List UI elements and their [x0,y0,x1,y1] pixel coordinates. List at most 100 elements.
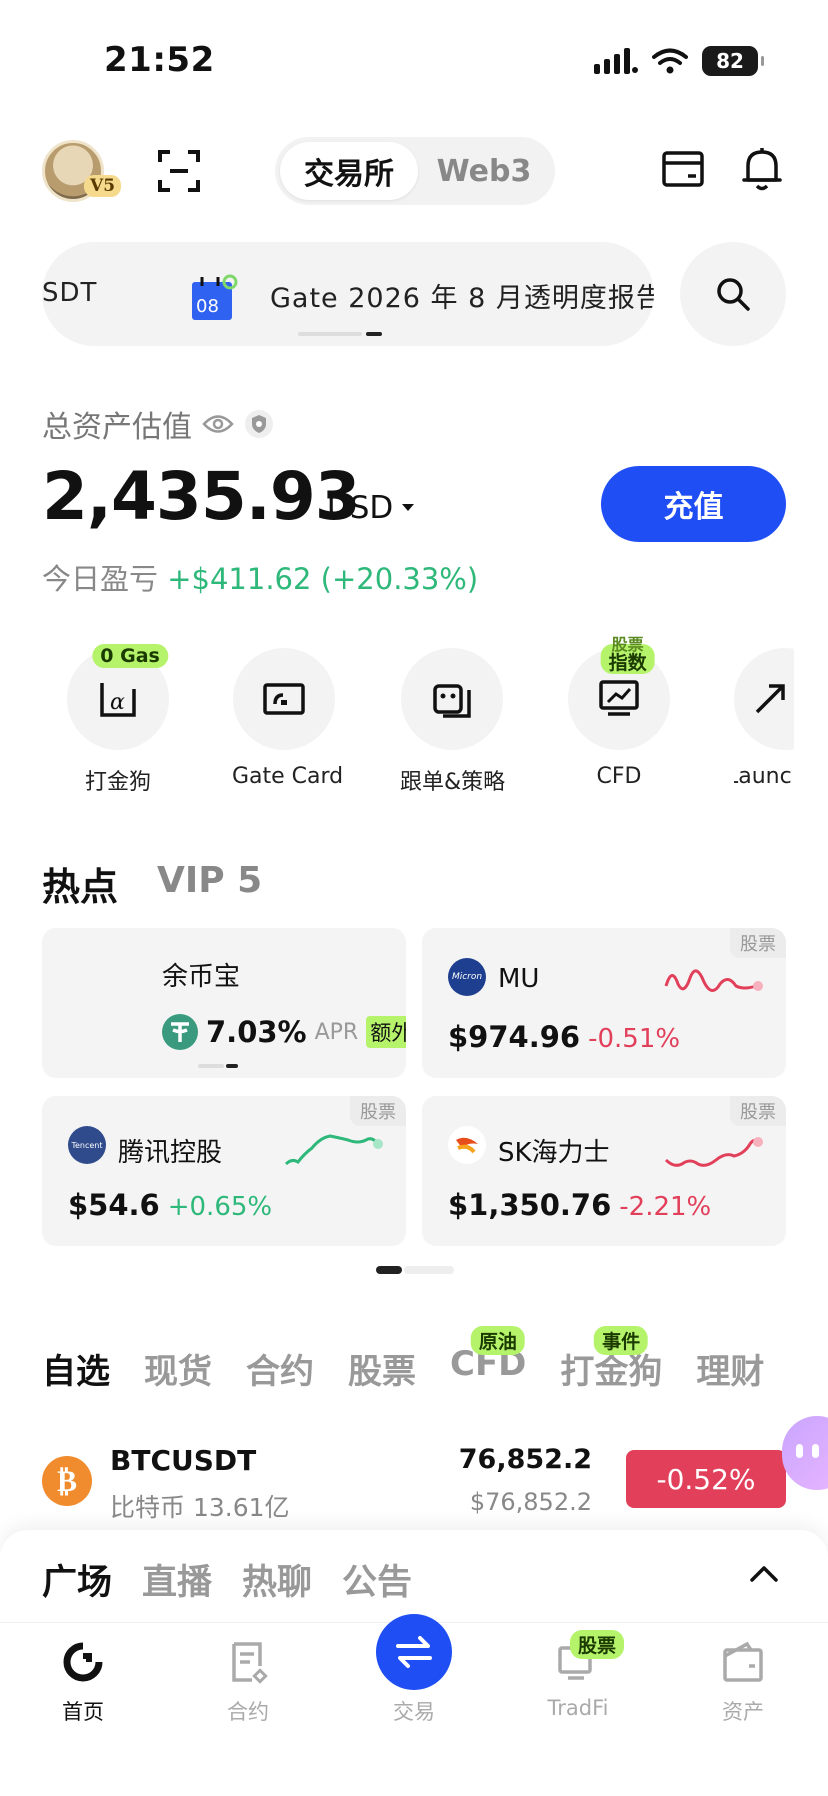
tab-hot-chat[interactable]: 热聊 [242,1554,312,1605]
stock-tile-tencent[interactable]: 股票 Tencent 腾讯控股 $54.6 +0.65% [42,1096,406,1246]
stock-name: SK海力士 [498,1138,610,1168]
earn-tile[interactable]: 余币宝 7.03% APR 额外 [42,928,406,1078]
chart-board-icon [599,680,639,716]
sparkline [664,1137,763,1167]
home-icon [63,1642,103,1682]
sparkline [284,1134,383,1166]
ticker-symbol[interactable]: BTCUSDT [110,1444,256,1477]
ticker-name: 比特币 [110,1493,186,1522]
wifi-icon [652,48,688,74]
exchange-web3-switch[interactable]: 交易所 Web3 [275,137,555,205]
card-icon [263,683,305,715]
bell-icon[interactable] [742,146,782,192]
tencent-logo: Tencent [68,1126,106,1164]
segment-web3[interactable]: Web3 [418,154,550,189]
quick-action-alpha[interactable]: α 0 Gas 打金狗 [66,644,170,796]
deposit-button[interactable]: 充值 [601,466,786,542]
sk-logo [448,1126,486,1164]
tab-favorites[interactable]: 自选 [42,1344,110,1393]
nav-assets[interactable]: 资产 [683,1640,803,1726]
nav-label: 首页 [62,1700,104,1724]
chevron-up-icon[interactable] [746,1556,782,1592]
vip-title[interactable]: VIP 5 [157,860,262,901]
earn-apr-label: APR [314,1019,359,1045]
pnl-value: +$411.62 (+20.33%) [167,562,479,596]
nav-label: 资产 [722,1700,764,1724]
announcement-banner[interactable]: SDT 08 Gate 2026 年 8 月透明度报告 [42,242,654,346]
price-change: +0.65% [167,1192,273,1222]
quick-action-badge: 股票 指数 [600,636,655,674]
banner-pagination [298,332,382,336]
segment-exchange[interactable]: 交易所 [280,142,418,200]
currency-label: USD [327,490,394,526]
futures-icon [232,1642,268,1684]
eye-icon[interactable] [202,413,234,435]
hot-title[interactable]: 热点 [42,856,118,911]
nav-tradfi[interactable]: 股票 TradFi [518,1630,638,1720]
shield-icon[interactable] [244,409,274,439]
tab-square[interactable]: 广场 [42,1554,112,1605]
tab-announcements[interactable]: 公告 [342,1554,412,1605]
ticker-change-badge[interactable]: -0.52% [626,1450,786,1508]
stock-tile-mu[interactable]: 股票 Micron MU $974.96 -0.51% [422,928,786,1078]
calendar-icon: 08 [188,274,238,322]
chatbot-icon[interactable] [782,1416,828,1490]
caret-down-icon [402,504,415,511]
total-assets-label: 总资产估值 [42,402,274,446]
ticker-volume: 13.61亿 [192,1493,290,1522]
earn-apr: 7.03% [206,1015,307,1049]
price-change: -2.21% [619,1192,712,1222]
tab-badge: 原油 [470,1326,525,1355]
alpha-icon: α [100,683,136,717]
nav-futures[interactable]: 合约 [188,1640,308,1726]
search-icon [717,278,750,311]
ticker-subtitle: 比特币 13.61亿 [110,1488,290,1524]
community-tabs: 广场 直播 热聊 公告 [42,1554,412,1605]
wallet-card-icon[interactable] [662,150,704,188]
tab-cfd[interactable]: CFD 原油 [450,1326,526,1393]
stock-tile-sk-hynix[interactable]: 股票 SK海力士 $1,350.76 -2.21% [422,1096,786,1246]
swap-arrows-icon [396,1636,432,1668]
status-time: 21:52 [104,40,215,80]
nav-trade[interactable] [376,1614,452,1690]
quick-action-launch[interactable]: Launc [734,648,794,789]
search-button[interactable] [680,242,786,346]
today-pnl: 今日盈亏 +$411.62 (+20.33%) [42,556,478,598]
banner-text[interactable]: Gate 2026 年 8 月透明度报告 [270,276,654,315]
tab-label: 打金狗 [560,1352,663,1392]
price-value: $1,350.76 [448,1188,612,1222]
tab-alpha[interactable]: 打金狗 事件 [560,1326,663,1393]
tab-spot[interactable]: 现货 [144,1344,212,1393]
quick-action-label: CFD [596,764,642,789]
tab-badge: 事件 [594,1326,649,1355]
total-balance: 2,435.93 [42,458,361,535]
tab-earn[interactable]: 理财 [696,1344,764,1393]
battery-icon: 82 [702,46,764,76]
nav-home[interactable]: 首页 [23,1640,143,1726]
tab-live[interactable]: 直播 [142,1554,212,1605]
quick-action-label: Gate Card [232,764,344,789]
nav-badge: 股票 [570,1630,625,1659]
bitcoin-icon: ₿ [42,1456,92,1506]
tab-stocks[interactable]: 股票 [348,1344,416,1393]
quick-action-label: 打金狗 [84,770,151,795]
pnl-label: 今日盈亏 [42,562,159,596]
wallet-icon [723,1641,763,1682]
quick-action-copy-trade[interactable]: 跟单&策略 [400,648,505,796]
earn-extra-badge: 额外 [366,1016,406,1048]
quick-action-gate-card[interactable]: Gate Card [232,648,344,789]
stock-name: 腾讯控股 [118,1138,223,1168]
currency-selector[interactable]: USD [327,490,415,526]
svg-text:α: α [110,690,125,715]
tab-label: 现货 [144,1352,212,1392]
earn-apr-row: 7.03% APR 额外 [162,1014,406,1050]
usdt-icon [162,1014,198,1050]
signal-icon [594,48,638,74]
tab-futures[interactable]: 合约 [246,1344,314,1393]
stock-tag: 股票 [730,1096,786,1126]
hot-pagination [376,1266,454,1274]
price-change: -0.51% [588,1024,681,1054]
tile-pagination [198,1064,238,1068]
quick-action-cfd[interactable]: 股票 指数 CFD [567,636,671,789]
scan-icon[interactable] [158,150,200,192]
